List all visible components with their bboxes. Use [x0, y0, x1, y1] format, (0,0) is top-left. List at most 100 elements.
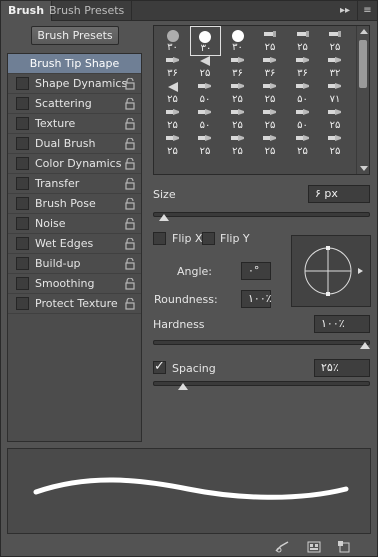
- spacing-field[interactable]: ۲۵٪: [314, 359, 370, 377]
- brush-settings-list: Brush Tip Shape Shape Dynamics Scattering…: [7, 53, 142, 442]
- roundness-field[interactable]: ۱۰۰٪: [241, 290, 272, 308]
- brush-tip-icon: [165, 55, 180, 68]
- brush-tip-icon: [295, 81, 310, 94]
- brush-tip-cell[interactable]: ۲۵: [222, 130, 253, 160]
- scroll-thumb[interactable]: [359, 40, 367, 88]
- scroll-up-icon[interactable]: [360, 29, 368, 34]
- lock-icon[interactable]: [125, 137, 135, 150]
- lock-icon[interactable]: [125, 257, 135, 270]
- lock-icon[interactable]: [125, 97, 135, 110]
- option-checkbox[interactable]: [16, 277, 29, 290]
- lock-icon[interactable]: [125, 197, 135, 210]
- option-row[interactable]: Smoothing: [8, 274, 141, 294]
- hardness-field[interactable]: ۱۰۰٪: [314, 315, 370, 333]
- option-label: Shape Dynamics: [35, 77, 128, 90]
- brush-tip-cell[interactable]: ۲۵: [157, 130, 188, 160]
- scroll-down-icon[interactable]: [360, 166, 368, 171]
- option-row[interactable]: Texture: [8, 114, 141, 134]
- option-label: Build-up: [35, 257, 81, 270]
- brush-tip-icon: [165, 107, 180, 120]
- collapse-icon[interactable]: ▸▸: [334, 1, 356, 21]
- brush-tip-cell[interactable]: ۲۵: [320, 130, 351, 160]
- option-label: Transfer: [35, 177, 80, 190]
- size-slider[interactable]: [153, 212, 370, 217]
- option-checkbox[interactable]: [16, 217, 29, 230]
- option-label: Dual Brush: [35, 137, 96, 150]
- brush-tip-icon: [328, 55, 342, 68]
- flip-x-label: Flip X: [172, 232, 203, 245]
- flip-x-checkbox[interactable]: [153, 232, 166, 245]
- brush-tip-icon: [296, 29, 310, 42]
- size-field[interactable]: ۶ px: [308, 185, 370, 203]
- option-row[interactable]: Brush Pose: [8, 194, 141, 214]
- option-row[interactable]: Build-up: [8, 254, 141, 274]
- option-checkbox[interactable]: [16, 257, 29, 270]
- brush-tip-size: ۲۵: [264, 146, 276, 157]
- hardness-slider[interactable]: [153, 340, 370, 345]
- option-row[interactable]: Shape Dynamics: [8, 74, 141, 94]
- grid-scrollbar[interactable]: [356, 26, 369, 174]
- option-row[interactable]: Transfer: [8, 174, 141, 194]
- panel-menu-icon[interactable]: ≡: [357, 1, 377, 21]
- hardness-slider-thumb[interactable]: [360, 342, 370, 349]
- lock-icon[interactable]: [125, 77, 135, 90]
- option-row[interactable]: Protect Texture: [8, 294, 141, 314]
- brush-tip-shape-item[interactable]: Brush Tip Shape: [8, 54, 141, 74]
- option-label: Noise: [35, 217, 66, 230]
- option-checkbox[interactable]: [16, 97, 29, 110]
- option-checkbox[interactable]: [16, 237, 29, 250]
- option-checkbox[interactable]: [16, 177, 29, 190]
- brush-tip-icon: [263, 107, 277, 120]
- brush-tip-cell[interactable]: ۲۵: [190, 130, 221, 160]
- brush-tip-icon: [263, 55, 277, 68]
- option-row[interactable]: Wet Edges: [8, 234, 141, 254]
- brush-tip-cell[interactable]: ۲۵: [255, 130, 286, 160]
- crosshair-circle-icon[interactable]: [292, 236, 372, 308]
- brush-tip-icon: [165, 133, 180, 146]
- spacing-checkbox[interactable]: [153, 359, 166, 374]
- flip-y-checkbox[interactable]: [202, 232, 215, 245]
- option-label: Wet Edges: [35, 237, 94, 250]
- option-label: Smoothing: [35, 277, 95, 290]
- lock-icon[interactable]: [125, 237, 135, 250]
- option-row[interactable]: Color Dynamics: [8, 154, 141, 174]
- option-row[interactable]: Scattering: [8, 94, 141, 114]
- option-checkbox[interactable]: [16, 157, 29, 170]
- option-checkbox[interactable]: [16, 197, 29, 210]
- brush-tip-icon: [230, 107, 245, 120]
- option-checkbox[interactable]: [16, 137, 29, 150]
- option-checkbox[interactable]: [16, 297, 29, 310]
- brush-tip-cell[interactable]: ۲۵: [287, 130, 318, 160]
- spacing-label: Spacing: [172, 362, 216, 375]
- angle-roundness-widget[interactable]: [291, 235, 371, 307]
- option-label: Scattering: [35, 97, 92, 110]
- brush-editor-grid-icon[interactable]: [307, 541, 321, 553]
- angle-field[interactable]: ۰°: [241, 262, 271, 280]
- option-row[interactable]: Noise: [8, 214, 141, 234]
- lock-icon[interactable]: [125, 117, 135, 130]
- brush-tip-icon: [328, 107, 342, 120]
- brush-tip-size: ۲۵: [232, 146, 243, 157]
- new-brush-icon[interactable]: [337, 541, 351, 553]
- brush-presets-button[interactable]: Brush Presets: [31, 26, 119, 45]
- brush-tip-icon: [328, 81, 342, 94]
- toggle-live-tip-icon[interactable]: [275, 541, 289, 553]
- lock-icon[interactable]: [125, 297, 135, 310]
- lock-icon[interactable]: [125, 277, 135, 290]
- angle-label: Angle:: [177, 265, 213, 278]
- size-slider-thumb[interactable]: [159, 214, 170, 221]
- tab-brush-presets[interactable]: Brush Presets: [42, 1, 133, 21]
- brush-tip-icon: [295, 133, 310, 146]
- lock-icon[interactable]: [125, 217, 135, 230]
- lock-icon[interactable]: [125, 157, 135, 170]
- option-checkbox[interactable]: [16, 77, 29, 90]
- lock-icon[interactable]: [125, 177, 135, 190]
- tab-bar: Brush Brush Presets ▸▸ ≡: [1, 1, 377, 21]
- brush-tip-size: ۲۵: [297, 146, 308, 157]
- option-checkbox[interactable]: [16, 117, 29, 130]
- brush-tip-icon: [263, 133, 277, 146]
- option-row[interactable]: Dual Brush: [8, 134, 141, 154]
- brush-tip-icon: [295, 55, 310, 68]
- roundness-label: Roundness:: [154, 293, 218, 306]
- spacing-slider-thumb[interactable]: [177, 383, 188, 390]
